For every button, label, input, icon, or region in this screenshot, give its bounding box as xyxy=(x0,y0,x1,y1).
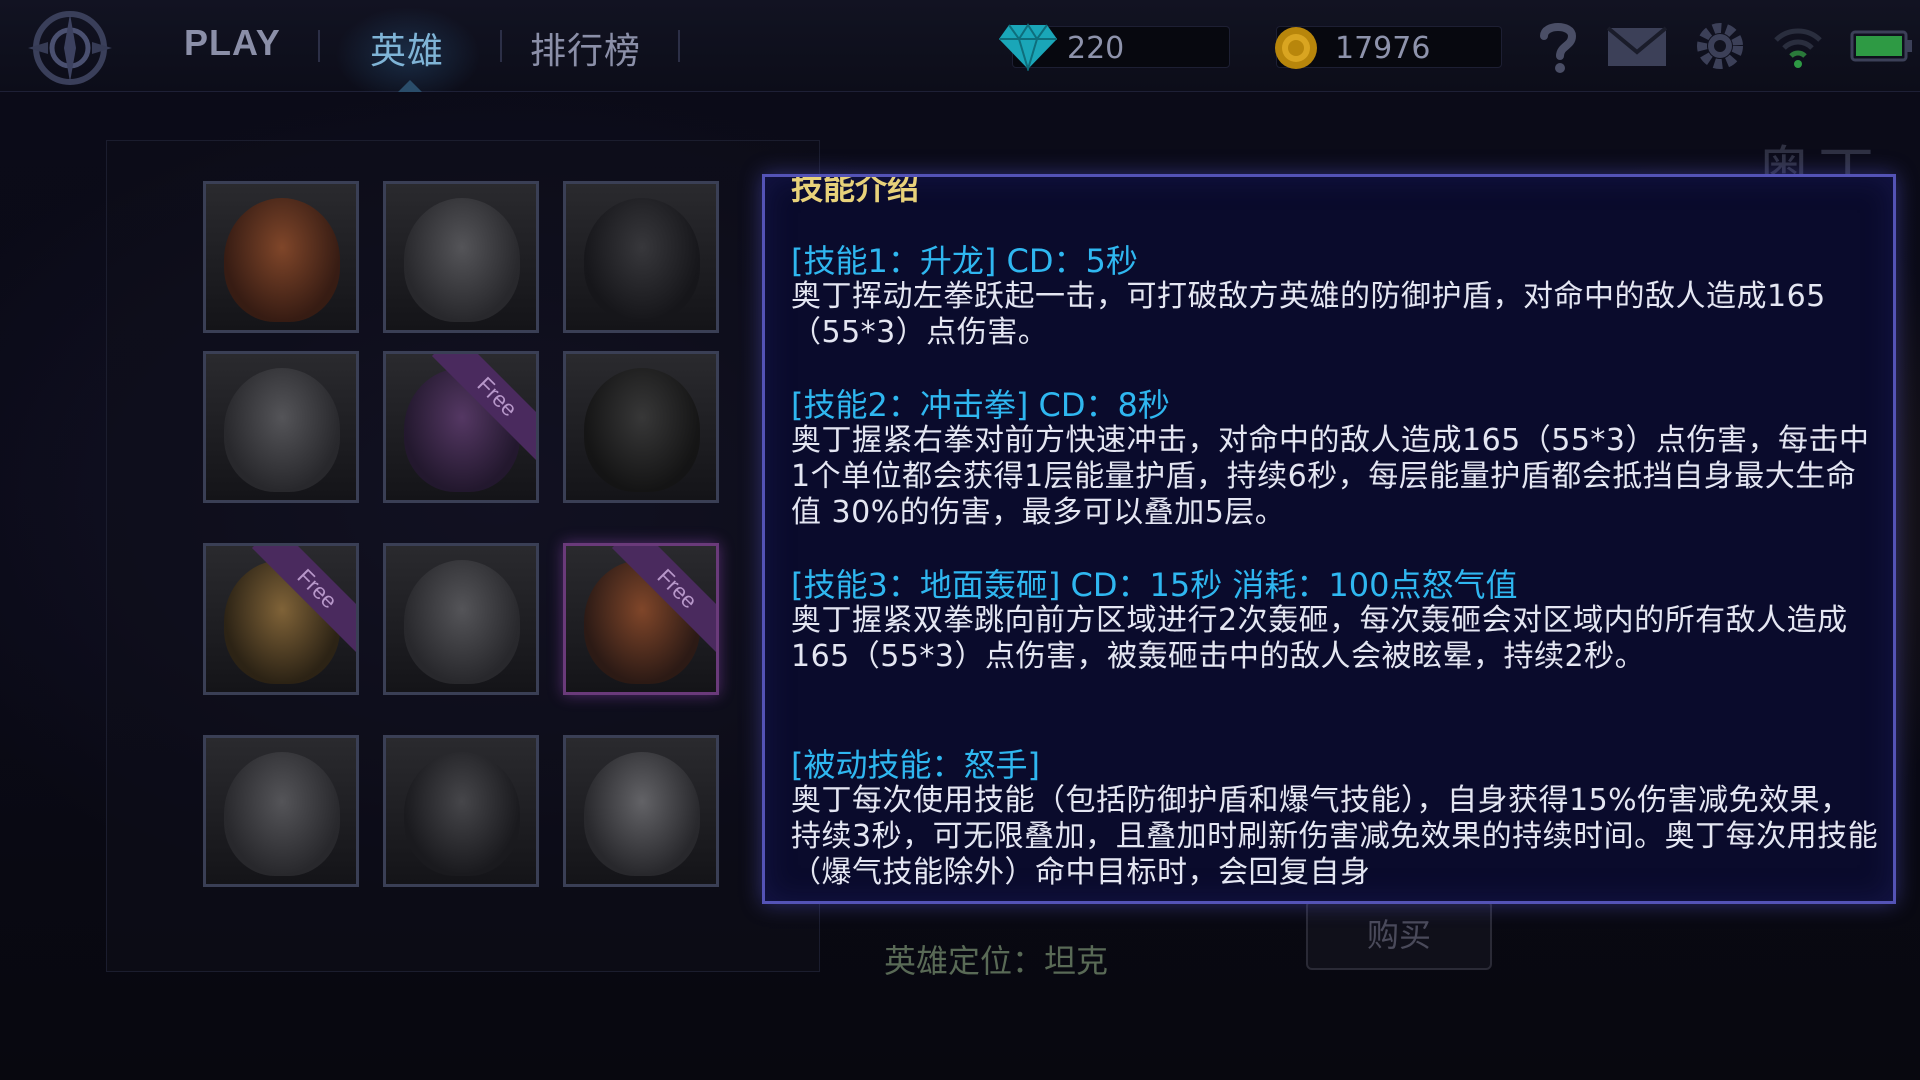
shield-emblem-icon[interactable] xyxy=(18,6,122,90)
coin-icon xyxy=(1273,25,1319,75)
nav-divider xyxy=(318,30,320,62)
skill-entry: [技能2：冲击拳] CD：8秒 奥丁握紧右拳对前方快速冲击，对命中的敌人造成16… xyxy=(791,387,1881,531)
nav-divider xyxy=(678,30,680,62)
skill-heading: [技能3：地面轰砸] CD：15秒 消耗：100点怒气值 xyxy=(791,566,1518,604)
diamond-icon xyxy=(999,23,1057,75)
gold-balance: 17976 xyxy=(1275,26,1502,69)
skill-entry: [被动技能：怒手] 奥丁每次使用技能（包括防御护盾和爆气技能），自身获得15%伤… xyxy=(791,747,1881,891)
hero-card-selected[interactable]: Free xyxy=(563,543,719,695)
active-tab-caret xyxy=(398,80,422,92)
gear-icon[interactable] xyxy=(1692,18,1748,74)
nav-divider xyxy=(500,30,502,62)
hero-card[interactable] xyxy=(383,735,539,887)
tab-play[interactable]: PLAY xyxy=(184,22,281,64)
tab-ranking[interactable]: 排行榜 xyxy=(530,22,641,74)
battery-icon xyxy=(1850,18,1914,74)
wifi-icon xyxy=(1770,18,1826,74)
hero-card[interactable] xyxy=(563,351,719,503)
skill-heading: [技能1：升龙] CD：5秒 xyxy=(791,242,1138,280)
skill-entry: [技能1：升龙] CD：5秒 奥丁挥动左拳跃起一击，可打破敌方英雄的防御护盾，对… xyxy=(791,243,1881,351)
hero-card[interactable] xyxy=(563,181,719,333)
hero-card[interactable] xyxy=(203,181,359,333)
hero-card[interactable] xyxy=(203,351,359,503)
hero-role-label: 英雄定位：坦克 xyxy=(884,942,1109,980)
skill-heading: [技能2：冲击拳] CD：8秒 xyxy=(791,386,1170,424)
hero-card[interactable] xyxy=(203,735,359,887)
hero-portrait xyxy=(224,752,340,876)
popup-title: 技能介绍 xyxy=(791,174,920,207)
hero-card[interactable]: Free xyxy=(203,543,359,695)
hero-portrait xyxy=(224,198,340,322)
question-mark-icon[interactable] xyxy=(1530,18,1586,74)
hero-portrait xyxy=(404,752,520,876)
skill-intro-popup[interactable]: 技能介绍 [技能1：升龙] CD：5秒 奥丁挥动左拳跃起一击，可打破敌方英雄的防… xyxy=(762,174,1896,904)
skill-heading: [被动技能：怒手] xyxy=(791,746,1040,784)
hero-portrait xyxy=(584,368,700,492)
skill-description: 奥丁握紧双拳跳向前方区域进行2次轰砸，每次轰砸会对区域内的所有敌人造成165（5… xyxy=(791,603,1848,674)
gold-count: 17976 xyxy=(1335,31,1431,66)
buy-button[interactable]: 购买 xyxy=(1306,900,1492,970)
hero-card[interactable]: Free xyxy=(383,351,539,503)
hero-portrait xyxy=(584,752,700,876)
hero-portrait xyxy=(404,560,520,684)
hero-card[interactable] xyxy=(383,543,539,695)
skill-description: 奥丁每次使用技能（包括防御护盾和爆气技能），自身获得15%伤害减免效果，持续3秒… xyxy=(791,783,1879,890)
hero-portrait xyxy=(404,198,520,322)
top-bar: PLAY 英雄 排行榜 220 17976 xyxy=(0,0,1920,92)
tab-heroes[interactable]: 英雄 xyxy=(370,22,444,74)
skill-description: 奥丁握紧右拳对前方快速冲击，对命中的敌人造成165（55*3）点伤害，每击中1个… xyxy=(791,423,1870,530)
hero-portrait xyxy=(584,198,700,322)
gem-count: 220 xyxy=(1067,31,1125,66)
hero-grid-panel: Free Free Free xyxy=(106,140,820,972)
mail-icon[interactable] xyxy=(1604,18,1670,74)
hero-card[interactable] xyxy=(383,181,539,333)
hero-card[interactable] xyxy=(563,735,719,887)
skill-description: 奥丁挥动左拳跃起一击，可打破敌方英雄的防御护盾，对命中的敌人造成165（55*3… xyxy=(791,279,1826,350)
skill-entry: [技能3：地面轰砸] CD：15秒 消耗：100点怒气值 奥丁握紧双拳跳向前方区… xyxy=(791,567,1881,675)
gem-balance: 220 xyxy=(999,23,1230,73)
hero-portrait xyxy=(224,368,340,492)
